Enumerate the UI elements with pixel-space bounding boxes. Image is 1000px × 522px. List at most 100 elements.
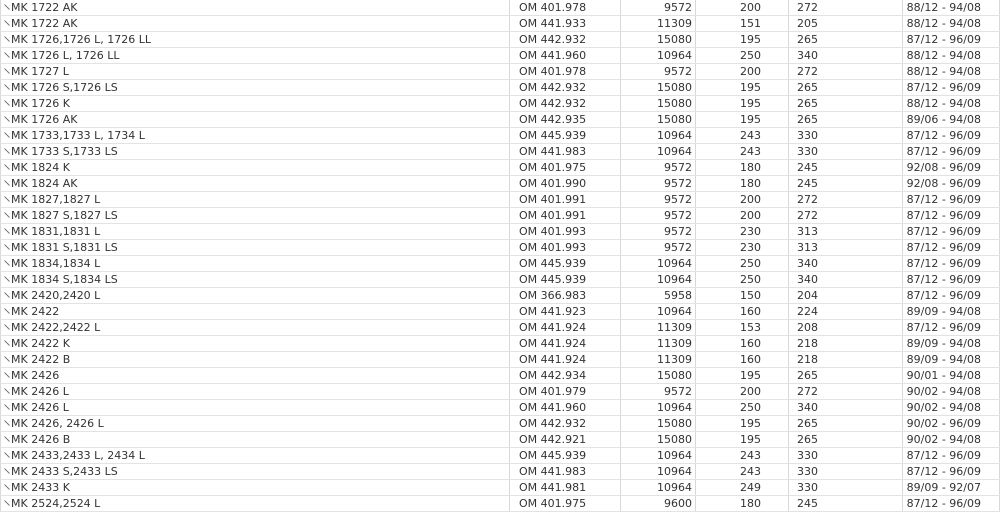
row-link-icon[interactable] xyxy=(4,272,10,282)
model-label[interactable]: MK 1827,1827 L xyxy=(11,193,100,206)
model-label[interactable]: MK 1824 AK xyxy=(11,177,77,190)
row-link-icon[interactable] xyxy=(4,352,10,362)
table-row[interactable]: MK 1726 K OM 442.932 15080 195 265 88/12 - 94… xyxy=(0,95,1000,112)
row-link-icon[interactable] xyxy=(4,208,10,218)
row-link-icon[interactable] xyxy=(4,240,10,250)
row-link-icon[interactable] xyxy=(4,192,10,202)
row-link-icon[interactable] xyxy=(4,128,10,138)
row-link-icon[interactable] xyxy=(4,400,10,410)
row-link-icon[interactable] xyxy=(4,432,10,442)
model-label[interactable]: MK 1831 S,1831 LS xyxy=(11,241,118,254)
row-link-icon[interactable] xyxy=(4,112,10,122)
model-label[interactable]: MK 2420,2420 L xyxy=(11,289,100,302)
table-row[interactable]: MK 2422 OM 441.923 10964 160 224 89/09 - 94/0… xyxy=(0,303,1000,320)
model-label[interactable]: MK 1726,1726 L, 1726 LL xyxy=(11,33,151,46)
row-link-icon[interactable] xyxy=(4,32,10,42)
row-link-icon[interactable] xyxy=(4,144,10,154)
table-row[interactable]: MK 1726 L, 1726 LL OM 441.960 10964 250 340 8… xyxy=(0,47,1000,64)
row-link-icon[interactable] xyxy=(4,368,10,378)
row-link-icon[interactable] xyxy=(4,384,10,394)
table-row[interactable]: MK 2422,2422 L OM 441.924 11309 153 208 87/12… xyxy=(0,319,1000,336)
row-link-icon[interactable] xyxy=(4,448,10,458)
table-row[interactable]: MK 1726 S,1726 LS OM 442.932 15080 195 265 87… xyxy=(0,79,1000,96)
table-row[interactable]: MK 2420,2420 L OM 366.983 5958 150 204 87/12 … xyxy=(0,287,1000,304)
model-label[interactable]: MK 1726 AK xyxy=(11,113,77,126)
row-link-icon[interactable] xyxy=(4,480,10,490)
table-row[interactable]: MK 1834 S,1834 LS OM 445.939 10964 250 340 87… xyxy=(0,271,1000,288)
table-row[interactable]: MK 1824 AK OM 401.990 9572 180 245 92/08 - 96… xyxy=(0,175,1000,192)
model-label[interactable]: MK 1726 S,1726 LS xyxy=(11,81,118,94)
table-row[interactable]: MK 2422 K OM 441.924 11309 160 218 89/09 - 94… xyxy=(0,335,1000,352)
table-row[interactable]: MK 1733,1733 L, 1734 L OM 445.939 10964 243… xyxy=(0,127,1000,144)
table-row[interactable]: MK 2433 S,2433 LS OM 441.983 10964 243 330 87… xyxy=(0,463,1000,480)
model-label[interactable]: MK 1834,1834 L xyxy=(11,257,100,270)
table-row[interactable]: MK 1831,1831 L OM 401.993 9572 230 313 87/12 … xyxy=(0,223,1000,240)
table-row[interactable]: MK 2426 OM 442.934 15080 195 265 90/01 - 94/0… xyxy=(0,367,1000,384)
model-label[interactable]: MK 2426 L xyxy=(11,385,69,398)
row-link-icon[interactable] xyxy=(4,96,10,106)
model-label[interactable]: MK 2426 L xyxy=(11,401,69,414)
row-link-icon[interactable] xyxy=(4,176,10,186)
model-label[interactable]: MK 1726 L, 1726 LL xyxy=(11,49,120,62)
table-row[interactable]: MK 2426 L OM 401.979 9572 200 272 90/02 - 94/… xyxy=(0,383,1000,400)
model-label[interactable]: MK 2433 K xyxy=(11,481,70,494)
model-label[interactable]: MK 2524,2524 L xyxy=(11,497,100,510)
cell-ccm: 5958 xyxy=(620,287,696,304)
row-link-icon[interactable] xyxy=(4,256,10,266)
row-link-icon[interactable] xyxy=(4,16,10,26)
row-link-icon[interactable] xyxy=(4,48,10,58)
model-label[interactable]: MK 1727 L xyxy=(11,65,69,78)
model-label[interactable]: MK 2422,2422 L xyxy=(11,321,100,334)
model-label[interactable]: MK 2422 xyxy=(11,305,59,318)
row-link-icon[interactable] xyxy=(4,336,10,346)
table-row[interactable]: MK 1726,1726 L, 1726 LL OM 442.932 15080 19… xyxy=(0,31,1000,48)
row-link-icon[interactable] xyxy=(4,304,10,314)
model-label[interactable]: MK 2422 B xyxy=(11,353,70,366)
model-label[interactable]: MK 2426 B xyxy=(11,433,70,446)
table-row[interactable]: MK 2433,2433 L, 2434 L OM 445.939 10964 243… xyxy=(0,447,1000,464)
table-row[interactable]: MK 1727 L OM 401.978 9572 200 272 88/12 - 94/… xyxy=(0,63,1000,80)
table-row[interactable]: MK 1726 AK OM 442.935 15080 195 265 89/06 - 9… xyxy=(0,111,1000,128)
row-link-icon[interactable] xyxy=(4,160,10,170)
row-link-icon[interactable] xyxy=(4,464,10,474)
table-row[interactable]: MK 1824 K OM 401.975 9572 180 245 92/08 - 96/… xyxy=(0,159,1000,176)
row-link-icon[interactable] xyxy=(4,0,10,10)
table-row[interactable]: MK 2422 B OM 441.924 11309 160 218 89/09 - 94… xyxy=(0,351,1000,368)
table-row[interactable]: MK 2433 K OM 441.981 10964 249 330 89/09 - 92… xyxy=(0,479,1000,496)
table-row[interactable]: MK 1733 S,1733 LS OM 441.983 10964 243 330 87… xyxy=(0,143,1000,160)
model-label[interactable]: MK 2422 K xyxy=(11,337,70,350)
table-row[interactable]: MK 1722 AK OM 441.933 11309 151 205 88/12 - 9… xyxy=(0,15,1000,32)
row-link-icon[interactable] xyxy=(4,416,10,426)
table-row[interactable]: MK 1722 AK OM 401.978 9572 200 272 88/12 - 94… xyxy=(0,0,1000,16)
row-link-icon[interactable] xyxy=(4,320,10,330)
row-link-icon[interactable] xyxy=(4,80,10,90)
cell-hp: 330 xyxy=(788,143,903,160)
model-label[interactable]: MK 1831,1831 L xyxy=(11,225,100,238)
model-label[interactable]: MK 2426 xyxy=(11,369,59,382)
model-label[interactable]: MK 1824 K xyxy=(11,161,70,174)
model-label[interactable]: MK 2433 S,2433 LS xyxy=(11,465,118,478)
model-label[interactable]: MK 1733,1733 L, 1734 L xyxy=(11,129,145,142)
model-label[interactable]: MK 1726 K xyxy=(11,97,70,110)
table-row[interactable]: MK 1827,1827 L OM 401.991 9572 200 272 87/12 … xyxy=(0,191,1000,208)
cell-model: MK 1733,1733 L, 1734 L xyxy=(0,127,510,144)
model-label[interactable]: MK 2426, 2426 L xyxy=(11,417,104,430)
table-row[interactable]: MK 2426 L OM 441.960 10964 250 340 90/02 - 94… xyxy=(0,399,1000,416)
table-row[interactable]: MK 1827 S,1827 LS OM 401.991 9572 200 272 87/… xyxy=(0,207,1000,224)
model-label[interactable]: MK 1722 AK xyxy=(11,1,77,14)
table-row[interactable]: MK 1834,1834 L OM 445.939 10964 250 340 87/12… xyxy=(0,255,1000,272)
model-label[interactable]: MK 1722 AK xyxy=(11,17,77,30)
row-link-icon[interactable] xyxy=(4,64,10,74)
table-row[interactable]: MK 2426 B OM 442.921 15080 195 265 90/02 - 94… xyxy=(0,431,1000,448)
table-row[interactable]: MK 1831 S,1831 LS OM 401.993 9572 230 313 87/… xyxy=(0,239,1000,256)
row-link-icon[interactable] xyxy=(4,496,10,506)
model-label[interactable]: MK 1834 S,1834 LS xyxy=(11,273,118,286)
row-link-icon[interactable] xyxy=(4,288,10,298)
row-link-icon[interactable] xyxy=(4,224,10,234)
table-row[interactable]: MK 2426, 2426 L OM 442.932 15080 195 265 90/0… xyxy=(0,415,1000,432)
model-label[interactable]: MK 1733 S,1733 LS xyxy=(11,145,118,158)
model-label[interactable]: MK 2433,2433 L, 2434 L xyxy=(11,449,145,462)
model-label[interactable]: MK 1827 S,1827 LS xyxy=(11,209,118,222)
table-row[interactable]: MK 2524,2524 L OM 401.975 9600 180 245 87/12 … xyxy=(0,495,1000,512)
cell-model: MK 2420,2420 L xyxy=(0,287,510,304)
